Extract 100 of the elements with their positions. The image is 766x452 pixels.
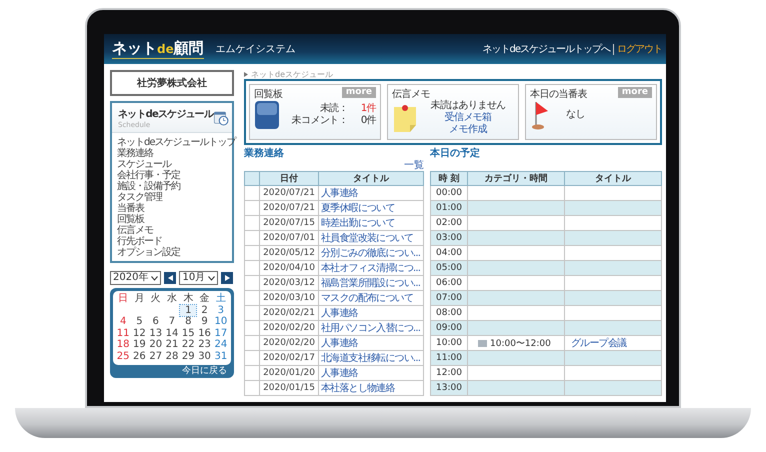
- widget-title: 回覧板: [254, 88, 282, 101]
- system-name: エムケイシステム: [216, 43, 296, 56]
- table-cell: [244, 380, 260, 396]
- sidebar-item[interactable]: 業務連絡: [117, 148, 153, 159]
- triangle-icon: [244, 72, 248, 77]
- calendar-day[interactable]: 9: [196, 316, 213, 328]
- time-cell: 05:00: [430, 260, 468, 276]
- calendar-day[interactable]: 20: [148, 339, 164, 350]
- today-link[interactable]: 今日に戻る: [182, 366, 227, 377]
- weekday-label: 金: [198, 293, 211, 304]
- calendar-day[interactable]: 12: [131, 328, 148, 339]
- date-cell: 2020/07/01: [260, 230, 318, 246]
- calendar-day[interactable]: 25: [115, 350, 132, 362]
- panel-title: ネットdeスケジュール: [118, 108, 214, 121]
- weekday-label: 日: [117, 293, 130, 304]
- weekday-label: 水: [166, 293, 178, 304]
- column-header: タイトル: [564, 172, 662, 186]
- date-cell: 2020/07/21: [260, 200, 318, 216]
- memo-link[interactable]: メモ作成: [449, 124, 487, 136]
- sidebar-item[interactable]: 施設・設備予約: [117, 181, 180, 192]
- calendar-day[interactable]: 5: [131, 316, 148, 328]
- company-name: 社労夢株式会社: [110, 70, 234, 96]
- sidebar-item[interactable]: 行先ボード: [117, 236, 162, 247]
- table-cell: [244, 216, 260, 230]
- weekday-label: 月: [133, 293, 146, 304]
- column-header: カテゴリ・時間: [468, 172, 564, 186]
- date-cell: 2020/05/12: [260, 246, 318, 260]
- status-message: なし: [566, 109, 585, 121]
- calendar-day[interactable]: 4: [115, 316, 132, 328]
- sidebar-item[interactable]: 会社行事・予定: [117, 170, 180, 181]
- calendar-day[interactable]: 15: [180, 328, 196, 339]
- previous-month-button[interactable]: [164, 272, 176, 284]
- calendar-day[interactable]: 23: [196, 339, 213, 350]
- table-cell: [244, 350, 260, 366]
- time-cell: 01:00: [430, 200, 468, 216]
- date-cell: 2020/03/10: [260, 290, 318, 306]
- section-title: 業務連絡: [244, 148, 285, 160]
- calendar-day[interactable]: 28: [164, 350, 180, 362]
- calendar-day[interactable]: 1: [180, 304, 196, 316]
- calendar-day[interactable]: 29: [180, 350, 196, 362]
- calendar-day[interactable]: 3: [212, 304, 229, 316]
- month-select[interactable]: 10月: [179, 271, 218, 285]
- sidebar-item[interactable]: 伝言メモ: [117, 225, 153, 236]
- weekday-label: 木: [182, 293, 194, 304]
- sidebar-item[interactable]: タスク管理: [117, 192, 162, 203]
- table-cell: [244, 320, 260, 336]
- calendar-day[interactable]: 30: [196, 350, 213, 362]
- widget-title: 本日の当番表: [530, 88, 587, 101]
- next-month-button[interactable]: [221, 272, 234, 284]
- calendar-day[interactable]: 10: [212, 316, 229, 328]
- sidebar-item[interactable]: オプション設定: [117, 247, 180, 258]
- calendar-day[interactable]: 7: [164, 316, 180, 328]
- calendar-day[interactable]: 21: [164, 339, 180, 350]
- calendar-day[interactable]: 27: [148, 350, 164, 362]
- calendar-day[interactable]: 6: [148, 316, 164, 328]
- calendar-day[interactable]: 11: [115, 328, 132, 339]
- date-cell: 2020/02/21: [260, 306, 318, 320]
- calendar-day[interactable]: 13: [148, 328, 164, 339]
- header-link[interactable]: ネットdeスケジュールトップへ: [482, 42, 610, 56]
- calendar-day[interactable]: 24: [212, 339, 229, 350]
- calendar-day[interactable]: 17: [212, 328, 229, 339]
- weekday-label: 土: [214, 293, 227, 304]
- header-link[interactable]: ログアウト: [617, 42, 662, 56]
- list-link[interactable]: 一覧: [404, 160, 424, 171]
- table-cell: [244, 290, 260, 306]
- table-cell: [244, 260, 260, 276]
- column-header: [244, 172, 260, 186]
- date-cell: 2020/02/17: [260, 350, 318, 366]
- calendar-day[interactable]: 8: [180, 316, 196, 328]
- stat-label: 未読：: [320, 103, 348, 115]
- time-cell: 07:00: [430, 290, 468, 306]
- date-cell: 2020/02/20: [260, 336, 318, 350]
- table-cell: [244, 186, 260, 200]
- sidebar-item[interactable]: 当番表: [117, 203, 144, 214]
- section-title: 本日の予定: [430, 148, 481, 160]
- calendar-day[interactable]: 14: [164, 328, 180, 339]
- stat-value: 1件: [360, 103, 376, 115]
- year-select[interactable]: 2020年: [110, 271, 162, 285]
- calendar-day[interactable]: 22: [180, 339, 196, 350]
- sticky-note-icon: [392, 103, 418, 133]
- calendar-day[interactable]: 31: [212, 350, 229, 362]
- table-cell: [244, 246, 260, 260]
- weekday-label: 火: [150, 293, 162, 304]
- column-header: タイトル: [318, 172, 424, 186]
- calendar-day[interactable]: 18: [115, 339, 132, 350]
- calendar-day[interactable]: 2: [196, 304, 213, 316]
- date-cell: 2020/02/20: [260, 320, 318, 336]
- date-cell: 2020/04/10: [260, 260, 318, 276]
- memo-link[interactable]: 受信メモ箱: [444, 112, 492, 124]
- time-range: 10:00〜12:00: [490, 338, 551, 350]
- calendar-day[interactable]: 16: [196, 328, 213, 339]
- calendar-day[interactable]: 26: [131, 350, 148, 362]
- breadcrumb: ネットdeスケジュール: [251, 69, 333, 80]
- table-cell: [244, 336, 260, 350]
- sidebar-item[interactable]: 回覧板: [117, 214, 144, 225]
- stat-value: 0件: [360, 115, 376, 127]
- date-cell: 2020/07/15: [260, 216, 318, 230]
- time-cell: 11:00: [430, 350, 468, 366]
- calendar-day[interactable]: 19: [131, 339, 148, 350]
- sidebar-item[interactable]: スケジュール: [117, 159, 171, 170]
